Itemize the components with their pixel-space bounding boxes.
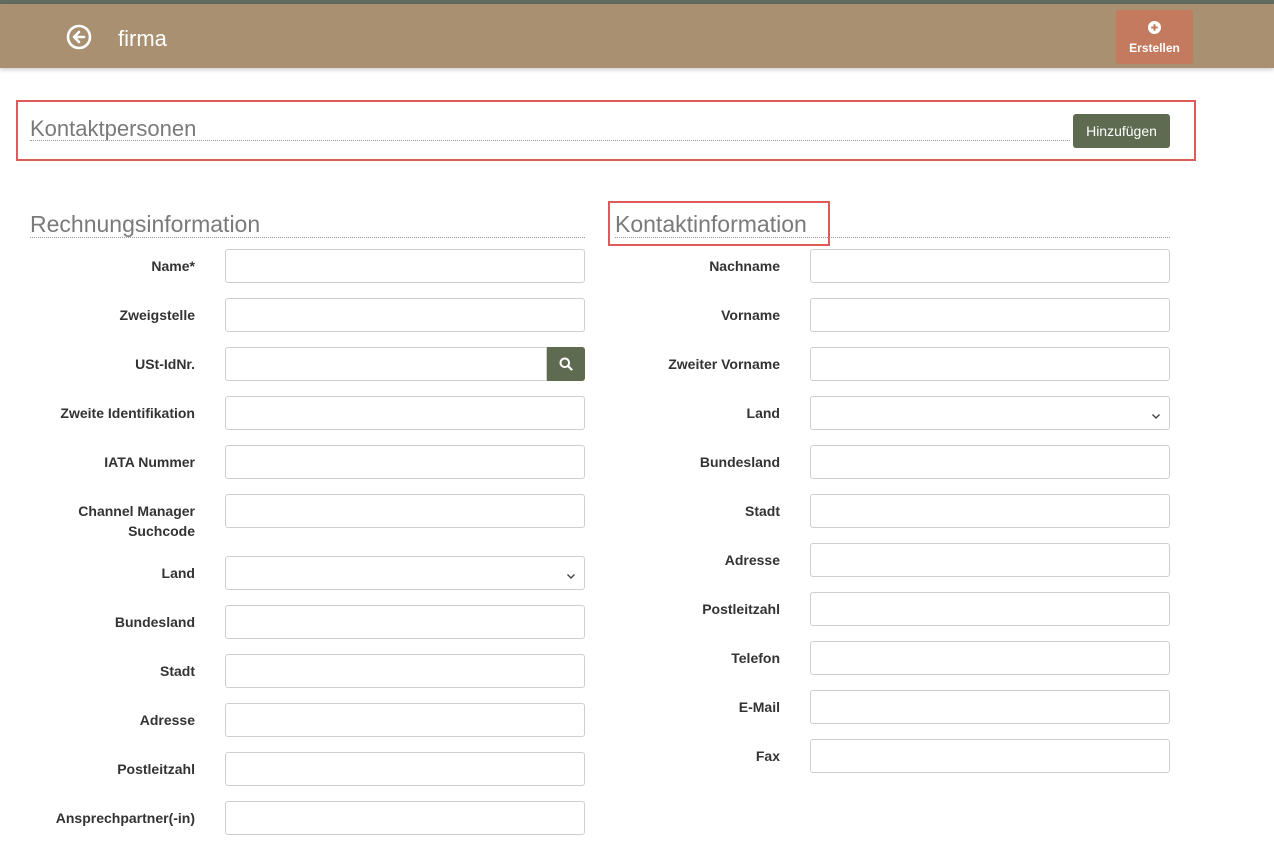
app-header: firma Erstellen (0, 4, 1274, 68)
billing-section-title: Rechnungsinformation (30, 211, 261, 237)
billing-country-label: Land (161, 565, 195, 581)
section-divider (30, 140, 1070, 141)
contact-info-section-title: Kontaktinformation (615, 211, 807, 237)
contact-country-label: Land (746, 405, 780, 421)
billing-city-label: Stadt (160, 663, 195, 679)
phone-label: Telefon (731, 650, 780, 666)
billing-address-input[interactable] (225, 703, 585, 737)
branch-input[interactable] (225, 298, 585, 332)
contact-address-label: Adresse (724, 552, 780, 568)
contact-state-label: Bundesland (699, 454, 780, 470)
contact-zip-input[interactable] (810, 592, 1170, 626)
billing-state-input[interactable] (225, 605, 585, 639)
branch-label: Zweigstelle (119, 307, 195, 323)
fax-input[interactable] (810, 739, 1170, 773)
add-contact-button[interactable]: Hinzufügen (1073, 114, 1170, 148)
fax-label: Fax (755, 748, 780, 764)
chevron-down-icon (566, 568, 576, 579)
iata-label: IATA Nummer (104, 454, 195, 470)
iata-input[interactable] (225, 445, 585, 479)
vat-id-label: USt-IdNr. (135, 356, 195, 372)
billing-state-label: Bundesland (114, 614, 195, 630)
contact-person-input[interactable] (225, 801, 585, 835)
name-input[interactable] (225, 249, 585, 283)
back-arrow-icon[interactable] (66, 24, 92, 50)
email-input[interactable] (810, 690, 1170, 724)
vat-search-button[interactable] (547, 347, 585, 381)
channel-manager-label-line1: Channel Manager (78, 503, 195, 519)
middle-name-label: Zweiter Vorname (668, 356, 780, 372)
plus-circle-icon (1148, 21, 1161, 34)
channel-manager-input[interactable] (225, 494, 585, 528)
page-title: firma (118, 26, 167, 51)
last-name-input[interactable] (810, 249, 1170, 283)
contact-state-input[interactable] (810, 445, 1170, 479)
billing-country-select[interactable] (225, 556, 585, 590)
contact-city-label: Stadt (745, 503, 780, 519)
phone-input[interactable] (810, 641, 1170, 675)
contact-address-input[interactable] (810, 543, 1170, 577)
second-id-label: Zweite Identifikation (60, 405, 195, 421)
first-name-input[interactable] (810, 298, 1170, 332)
last-name-label: Nachname (709, 258, 780, 274)
contact-country-select[interactable] (810, 396, 1170, 430)
contact-zip-label: Postleitzahl (702, 601, 780, 617)
billing-zip-input[interactable] (225, 752, 585, 786)
section-divider (615, 237, 1170, 238)
email-label: E-Mail (738, 699, 780, 715)
section-divider (30, 237, 585, 238)
billing-zip-label: Postleitzahl (117, 761, 195, 777)
channel-manager-label-line2: Suchcode (128, 523, 195, 539)
contact-persons-title: Kontaktpersonen (30, 116, 197, 141)
vat-id-input[interactable] (225, 347, 547, 381)
middle-name-input[interactable] (810, 347, 1170, 381)
contact-person-label: Ansprechpartner(-in) (55, 810, 195, 826)
search-icon (559, 357, 573, 371)
chevron-down-icon (1151, 408, 1161, 419)
create-button-label: Erstellen (1129, 41, 1180, 55)
contact-city-input[interactable] (810, 494, 1170, 528)
create-button[interactable]: Erstellen (1116, 10, 1193, 64)
contact-persons-panel: Kontaktpersonen Hinzufügen (16, 100, 1196, 161)
billing-city-input[interactable] (225, 654, 585, 688)
billing-address-label: Adresse (139, 712, 195, 728)
first-name-label: Vorname (721, 307, 780, 323)
second-id-input[interactable] (225, 396, 585, 430)
name-label: Name* (151, 258, 195, 274)
